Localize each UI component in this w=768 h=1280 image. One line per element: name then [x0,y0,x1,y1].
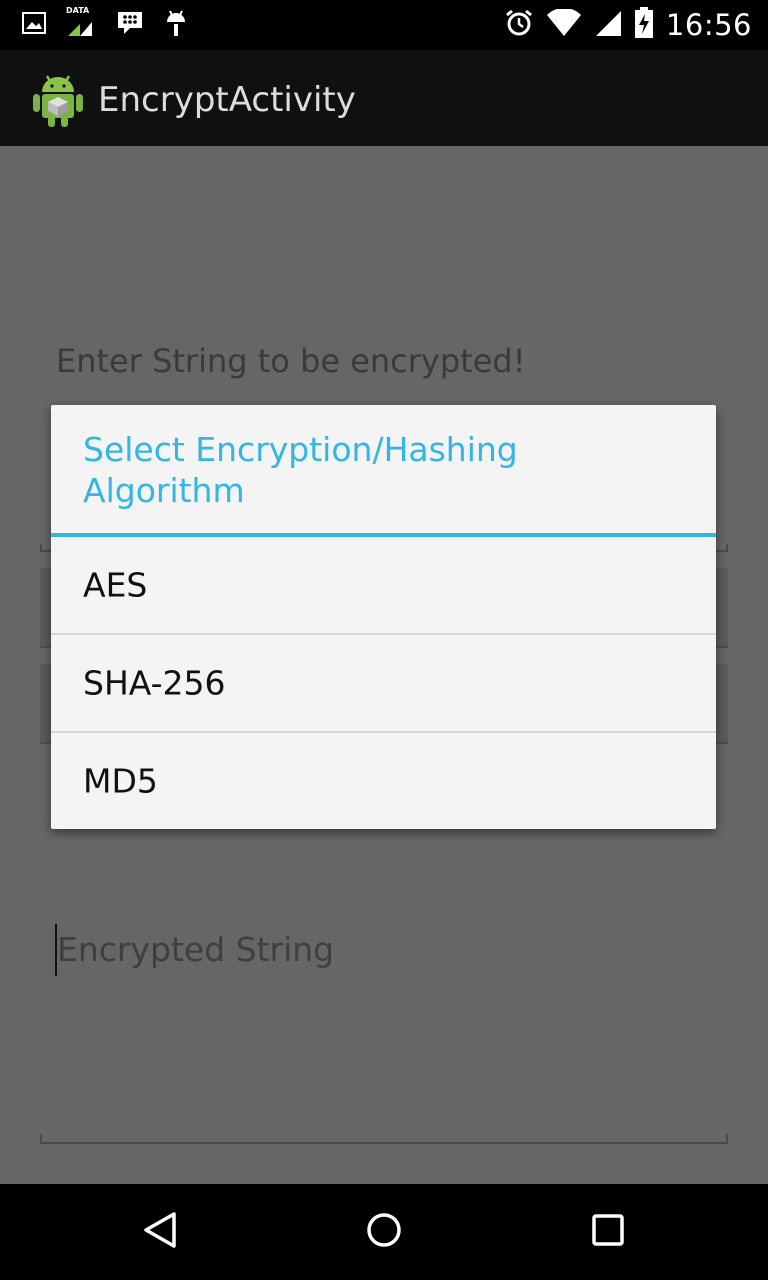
prompt-label: Enter String to be encrypted! [56,342,526,380]
option-sha-256[interactable]: SHA-256 [51,635,716,731]
option-label: SHA-256 [83,663,226,703]
option-aes[interactable]: AES [51,537,716,633]
option-label: AES [83,565,148,605]
android-debug-icon [164,8,188,42]
bbm-icon [116,10,144,40]
recents-icon [588,1210,628,1254]
cell-signal-icon [594,9,622,41]
status-bar: DATA 16:56 [0,0,768,50]
action-bar: EncryptActivity [0,50,768,146]
wifi-icon [546,7,582,41]
recents-button[interactable] [580,1204,636,1260]
back-icon [140,1210,180,1254]
home-button[interactable] [356,1204,412,1260]
back-button[interactable] [132,1204,188,1260]
image-icon [22,12,46,38]
alarm-icon [504,8,534,42]
battery-charging-icon [634,7,654,43]
encrypted-string-underline [40,1134,728,1144]
android-app-icon [30,70,86,128]
notification-icons: DATA [22,6,188,42]
navigation-bar [0,1184,768,1280]
system-status-icons: 16:56 [504,6,752,44]
page-title: EncryptActivity [98,80,356,120]
home-icon [364,1210,404,1254]
data-signal-icon: DATA [66,6,96,40]
clock: 16:56 [665,8,752,42]
option-label: MD5 [83,761,158,801]
dialog-title: Select Encryption/Hashing Algorithm [83,430,518,510]
algorithm-dialog: Select Encryption/Hashing Algorithm AES … [51,405,716,829]
encrypted-string-field[interactable]: Encrypted String [57,930,334,969]
option-md5[interactable]: MD5 [51,733,716,829]
